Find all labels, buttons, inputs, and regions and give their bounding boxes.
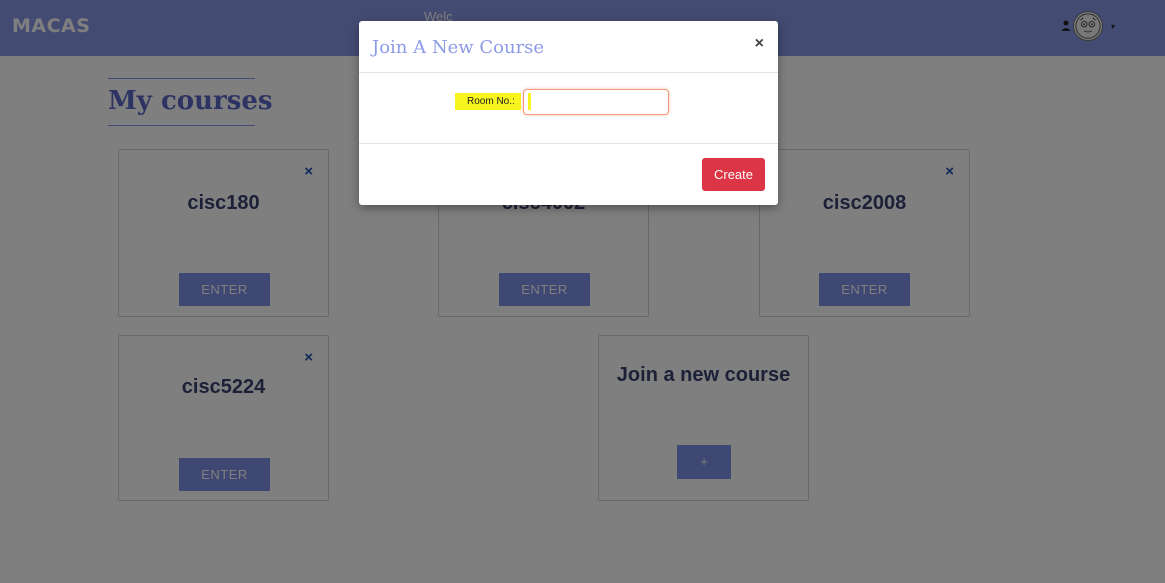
room-number-input[interactable] [523,89,669,115]
text-cursor-highlight [528,93,531,110]
create-button[interactable]: Create [702,158,765,191]
join-course-modal: Join A New Course × Room No.: Create [359,21,778,205]
modal-header: Join A New Course × [359,21,778,73]
room-number-label: Room No.: [455,93,521,110]
modal-title: Join A New Course [372,37,545,58]
modal-body: Room No.: [359,74,778,144]
close-icon[interactable]: × [755,35,764,53]
